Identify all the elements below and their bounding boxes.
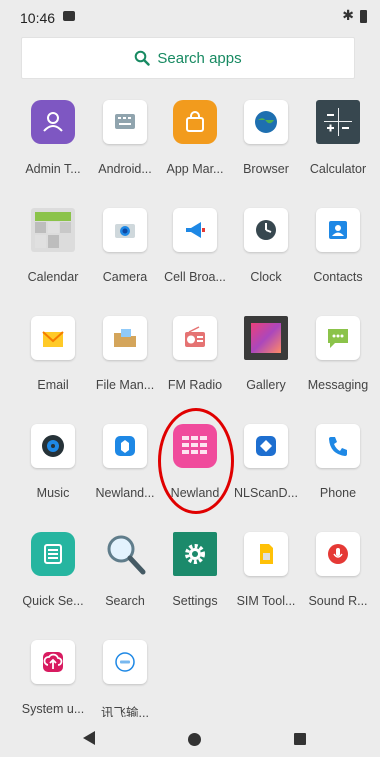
fm-radio-icon: [173, 316, 217, 360]
app-row: Admin T... Android... App Mar... Browser…: [0, 100, 380, 208]
app-label: Cell Broa...: [164, 270, 226, 284]
bluetooth-icon: ✱: [342, 7, 354, 23]
app-row: Music Newland... Newland NLScanD... Phon…: [0, 424, 380, 532]
cell-broadcast-icon: [173, 208, 217, 252]
app-label: Calculator: [309, 162, 367, 176]
search-apps-field[interactable]: Search apps: [21, 37, 355, 79]
app-row: Quick Se... Search Settings SIM Tool... …: [0, 532, 380, 640]
file-manager-icon: [103, 316, 147, 360]
app-label: System u...: [21, 702, 85, 716]
app-fm-radio[interactable]: FM Radio: [157, 316, 233, 392]
settings-gear-icon: [173, 532, 217, 576]
app-phone[interactable]: Phone: [300, 424, 376, 500]
app-cell-broadcast[interactable]: Cell Broa...: [157, 208, 233, 284]
recents-icon[interactable]: [294, 733, 306, 745]
app-label: App Mar...: [166, 162, 224, 176]
iflytek-icon: [103, 640, 147, 684]
sim-toolkit-icon: [244, 532, 288, 576]
app-label: Browser: [243, 162, 289, 176]
app-newland-ellipsis[interactable]: Newland...: [87, 424, 163, 500]
app-label: SIM Tool...: [236, 594, 296, 608]
app-label: Music: [36, 486, 70, 500]
app-label: Search: [105, 594, 145, 608]
home-icon[interactable]: [188, 733, 201, 746]
quick-settings-icon: [31, 532, 75, 576]
app-calendar[interactable]: Calendar: [15, 208, 91, 284]
app-sound-recorder[interactable]: Sound R...: [300, 532, 376, 608]
app-label: NLScanD...: [234, 486, 298, 500]
app-app-market[interactable]: App Mar...: [157, 100, 233, 176]
app-music[interactable]: Music: [15, 424, 91, 500]
app-sim-toolkit[interactable]: SIM Tool...: [228, 532, 304, 608]
music-icon: [31, 424, 75, 468]
search-icon: [135, 50, 151, 66]
app-label: Phone: [319, 486, 357, 500]
app-label: Camera: [102, 270, 148, 284]
email-icon: [31, 316, 75, 360]
battery-icon: [360, 10, 367, 23]
system-update-icon: [31, 640, 75, 684]
phone-icon: [316, 424, 360, 468]
app-clock[interactable]: Clock: [228, 208, 304, 284]
navigation-bar: [0, 717, 380, 757]
app-label: Settings: [172, 594, 218, 608]
app-search[interactable]: Search: [87, 532, 163, 608]
app-camera[interactable]: Camera: [87, 208, 163, 284]
magnifier-icon: [103, 532, 147, 576]
app-browser[interactable]: Browser: [228, 100, 304, 176]
app-label: Clock: [250, 270, 282, 284]
back-icon[interactable]: [83, 731, 96, 745]
browser-icon: [244, 100, 288, 144]
app-label: Calendar: [27, 270, 79, 284]
app-settings[interactable]: Settings: [157, 532, 233, 608]
app-nlscan[interactable]: NLScanD...: [228, 424, 304, 500]
newland-app-icon: [103, 424, 147, 468]
search-apps-label: Search apps: [157, 49, 242, 67]
app-file-manager[interactable]: File Man...: [87, 316, 163, 392]
notification-icon: [63, 11, 75, 21]
sound-recorder-icon: [316, 532, 360, 576]
app-quick-settings[interactable]: Quick Se...: [15, 532, 91, 608]
app-label: Admin T...: [25, 162, 81, 176]
camera-icon: [103, 208, 147, 252]
app-newland[interactable]: Newland: [157, 424, 233, 500]
status-bar: 10:46 ✱: [0, 0, 380, 34]
app-label: Contacts: [313, 270, 363, 284]
app-iflytek[interactable]: 讯飞输...: [87, 640, 163, 721]
nlscan-icon: [244, 424, 288, 468]
calculator-icon: [316, 100, 360, 144]
app-email[interactable]: Email: [15, 316, 91, 392]
app-label: File Man...: [95, 378, 155, 392]
newland-icon: [173, 424, 217, 468]
gallery-icon: [244, 316, 288, 360]
calendar-icon: [31, 208, 75, 252]
app-label: Messaging: [307, 378, 369, 392]
app-label: Gallery: [246, 378, 286, 392]
status-time: 10:46: [20, 10, 56, 26]
app-label: Android...: [98, 162, 152, 176]
messaging-icon: [316, 316, 360, 360]
app-messaging[interactable]: Messaging: [300, 316, 376, 392]
app-label: Newland...: [95, 486, 155, 500]
app-label: Quick Se...: [22, 594, 84, 608]
app-label: Newland: [170, 486, 220, 500]
app-row: Calendar Camera Cell Broa... Clock Conta…: [0, 208, 380, 316]
app-label: FM Radio: [167, 378, 223, 392]
clock-icon: [244, 208, 288, 252]
contacts-icon: [316, 208, 360, 252]
app-row: Email File Man... FM Radio Gallery Messa…: [0, 316, 380, 424]
app-system-update[interactable]: System u...: [15, 640, 91, 716]
app-android-keyboard[interactable]: Android...: [87, 100, 163, 176]
app-label: Sound R...: [308, 594, 368, 608]
app-calculator[interactable]: Calculator: [300, 100, 376, 176]
android-keyboard-icon: [103, 100, 147, 144]
app-admin-tools[interactable]: Admin T...: [15, 100, 91, 176]
admin-tools-icon: [31, 100, 75, 144]
app-label: Email: [37, 378, 69, 392]
app-gallery[interactable]: Gallery: [228, 316, 304, 392]
app-market-icon: [173, 100, 217, 144]
app-contacts[interactable]: Contacts: [300, 208, 376, 284]
